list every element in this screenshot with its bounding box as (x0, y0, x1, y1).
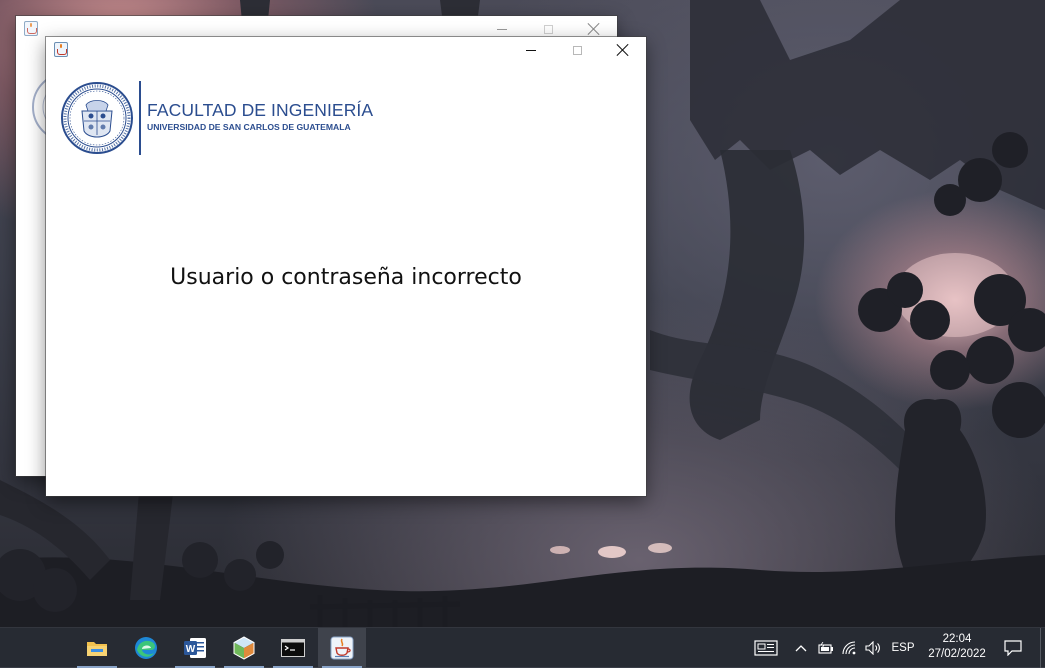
taskbar-netbeans[interactable] (220, 628, 268, 668)
minimize-icon (497, 28, 507, 30)
faculty-logo: FACULTAD DE INGENIERÍA UNIVERSIDAD DE SA… (60, 81, 373, 155)
news-icon (754, 640, 778, 656)
maximize-button[interactable] (554, 37, 600, 63)
maximize-icon (572, 45, 582, 55)
taskbar-word[interactable]: W (171, 628, 219, 668)
terminal-icon (281, 639, 305, 657)
close-icon (588, 23, 600, 35)
close-icon (617, 44, 629, 56)
folder-icon (87, 642, 107, 656)
clock-time: 22:04 (942, 633, 972, 645)
taskbar-java[interactable] (318, 628, 366, 668)
speaker-icon (865, 641, 880, 655)
news-widget-button[interactable] (748, 628, 784, 668)
faculty-name: FACULTAD DE INGENIERÍA (147, 100, 374, 120)
logo-divider (139, 81, 141, 155)
java-app-icon (54, 42, 68, 57)
close-button[interactable] (600, 37, 646, 63)
clock-date: 27/02/2022 (928, 648, 986, 660)
maximize-icon (543, 24, 553, 34)
word-icon: W (184, 638, 206, 658)
cube-icon (233, 636, 255, 660)
clock-button[interactable]: 22:04 27/02/2022 (918, 628, 996, 668)
input-language-button[interactable]: ESP (888, 628, 918, 668)
show-hidden-icons-button[interactable] (790, 628, 812, 668)
battery-indicator[interactable] (815, 628, 837, 668)
battery-charging-icon (818, 642, 833, 654)
show-desktop-button[interactable] (1040, 628, 1045, 668)
taskbar-edge[interactable] (122, 628, 170, 668)
taskbar-terminal[interactable] (269, 628, 317, 668)
edge-icon (135, 637, 157, 659)
chevron-up-icon (795, 645, 807, 652)
notification-icon (1004, 640, 1022, 656)
error-message: Usuario o contraseña incorrecto (170, 265, 522, 290)
language-label: ESP (891, 642, 915, 654)
login-error-window[interactable]: FACULTAD DE INGENIERÍA UNIVERSIDAD DE SA… (46, 37, 646, 496)
java-icon (330, 636, 354, 660)
notifications-button[interactable] (998, 628, 1028, 668)
taskbar: W ESP 22:04 27/02/2022 (0, 627, 1045, 668)
java-app-icon (24, 21, 38, 36)
taskbar-file-explorer[interactable] (73, 628, 121, 668)
wifi-icon (842, 641, 856, 655)
network-indicator[interactable] (839, 628, 861, 668)
university-name: UNIVERSIDAD DE SAN CARLOS DE GUATEMALA (147, 122, 351, 132)
minimize-button[interactable] (508, 37, 554, 63)
university-seal-icon (61, 82, 133, 154)
volume-indicator[interactable] (862, 628, 884, 668)
svg-text:W: W (186, 644, 196, 655)
minimize-icon (526, 49, 536, 51)
titlebar[interactable] (46, 37, 646, 63)
